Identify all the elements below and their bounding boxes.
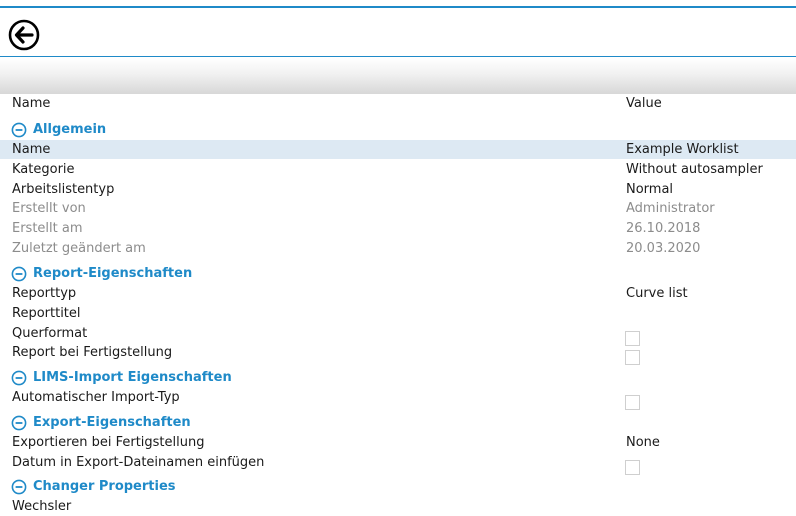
section-title[interactable]: Allgemein — [33, 120, 106, 140]
property-label: Datum in Export-Dateinamen einfügen — [12, 455, 265, 470]
property-row-datum-in-export-dateinamen-einfügen[interactable]: Datum in Export-Dateinamen einfügen — [0, 453, 796, 475]
minus-circle-icon[interactable] — [11, 266, 27, 282]
property-row-reporttitel[interactable]: Reporttitel — [0, 304, 796, 323]
property-row-kategorie[interactable]: Kategorie Without autosampler — [0, 160, 796, 179]
property-label: Querformat — [12, 326, 88, 341]
section-title[interactable]: Changer Properties — [33, 477, 176, 497]
section-lims-import-eigenschaften: LIMS-Import Eigenschaften — [0, 368, 796, 388]
minus-circle-icon[interactable] — [11, 122, 27, 138]
property-row-erstellt-am[interactable]: Erstellt am 26.10.2018 — [0, 219, 796, 238]
minus-circle-icon[interactable] — [11, 415, 27, 431]
header-bar — [0, 10, 796, 55]
header-separator — [0, 56, 796, 57]
property-row-wechsler[interactable]: Wechsler — [0, 497, 796, 516]
section-title[interactable]: LIMS-Import Eigenschaften — [33, 368, 232, 388]
property-row-erstellt-von[interactable]: Erstellt von Administrator — [0, 199, 796, 218]
column-header-name: Name — [12, 96, 51, 111]
property-label: Name — [12, 142, 51, 157]
property-value: Administrator — [626, 201, 715, 216]
property-value[interactable]: Normal — [626, 180, 673, 199]
section-allgemein: Allgemein — [0, 120, 796, 140]
property-label: Erstellt am — [12, 221, 83, 236]
property-row-name[interactable]: Name Example Worklist — [0, 140, 796, 159]
section-title[interactable]: Report-Eigenschaften — [33, 264, 192, 284]
section-report-eigenschaften: Report-Eigenschaften — [0, 264, 796, 284]
property-label: Wechsler — [12, 499, 72, 514]
property-row-automatischer-import-typ[interactable]: Automatischer Import-Typ — [0, 388, 796, 410]
property-label: Reporttyp — [12, 286, 77, 301]
property-row-zuletzt-geändert-am[interactable]: Zuletzt geändert am 20.03.2020 — [0, 239, 796, 258]
minus-circle-icon[interactable] — [11, 370, 27, 386]
property-checkbox[interactable] — [625, 395, 640, 410]
property-row-arbeitslistentyp[interactable]: Arbeitslistentyp Normal — [0, 180, 796, 199]
toolbar-gradient — [0, 58, 796, 94]
property-value[interactable]: Example Worklist — [626, 140, 739, 159]
property-value[interactable]: None — [626, 433, 660, 452]
back-button[interactable] — [8, 19, 40, 51]
minus-circle-icon[interactable] — [11, 479, 27, 495]
property-row-reporttyp[interactable]: Reporttyp Curve list — [0, 284, 796, 303]
section-title[interactable]: Export-Eigenschaften — [33, 413, 191, 433]
property-value: 26.10.2018 — [626, 221, 701, 236]
property-label: Exportieren bei Fertigstellung — [12, 435, 205, 450]
property-label: Automatischer Import-Typ — [12, 390, 180, 405]
property-row-report-bei-fertigstellung[interactable]: Report bei Fertigstellung — [0, 343, 796, 365]
property-checkbox[interactable] — [625, 350, 640, 365]
property-value: 20.03.2020 — [626, 241, 701, 256]
section-export-eigenschaften: Export-Eigenschaften — [0, 413, 796, 433]
top-accent-line — [0, 6, 796, 8]
property-checkbox[interactable] — [625, 460, 640, 475]
section-changer-properties: Changer Properties — [0, 477, 796, 497]
property-value[interactable]: Curve list — [626, 284, 688, 303]
property-row-exportieren-bei-fertigstellung[interactable]: Exportieren bei Fertigstellung None — [0, 433, 796, 452]
arrow-left-circle-icon — [8, 19, 40, 51]
property-value[interactable]: Without autosampler — [626, 160, 763, 179]
property-label: Report bei Fertigstellung — [12, 345, 173, 360]
column-header-value: Value — [626, 96, 662, 111]
property-label: Arbeitslistentyp — [12, 182, 115, 197]
property-label: Zuletzt geändert am — [12, 241, 146, 256]
property-label: Kategorie — [12, 162, 75, 177]
property-label: Erstellt von — [12, 201, 86, 216]
property-row-querformat[interactable]: Querformat — [0, 324, 796, 346]
property-label: Reporttitel — [12, 306, 81, 321]
